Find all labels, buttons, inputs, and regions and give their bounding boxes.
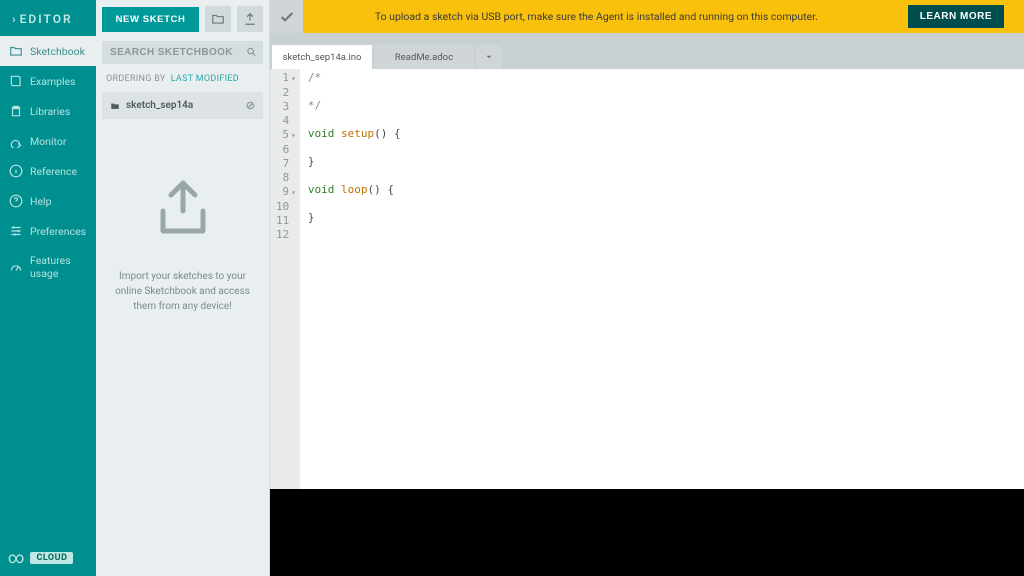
- infinity-icon: ∞: [8, 550, 24, 566]
- code-editor[interactable]: 1▾2 3 4 5▾6 7 8 9▾10 11 12 /* */ void se…: [270, 69, 1024, 489]
- nav-item-label: Monitor: [30, 135, 66, 148]
- nav-item-label: Help: [30, 195, 52, 208]
- upload-big-icon: [153, 179, 213, 239]
- editor-main: To upload a sketch via USB port, make su…: [270, 0, 1024, 576]
- search-input[interactable]: [102, 41, 263, 64]
- sketch-folder-icon: [110, 101, 120, 111]
- gauge-icon: [9, 260, 23, 274]
- nav-item-label: Libraries: [30, 105, 70, 118]
- code-body[interactable]: /* */ void setup() { } void loop() { }: [300, 69, 401, 489]
- nav-item-monitor[interactable]: Monitor: [0, 126, 96, 156]
- banner-text: To upload a sketch via USB port, make su…: [303, 10, 890, 23]
- search-icon: [246, 47, 257, 58]
- info-icon: [9, 164, 23, 178]
- folder-icon: [9, 44, 23, 58]
- editor-logo: › EDITOR: [0, 0, 96, 36]
- sketchbook-panel: NEW SKETCH ORDERING BY LAST MODIFIED ske…: [96, 0, 270, 576]
- check-icon: [279, 9, 295, 25]
- nav-item-label: Sketchbook: [30, 45, 85, 58]
- upload-icon: [243, 12, 257, 26]
- gutter: 1▾2 3 4 5▾6 7 8 9▾10 11 12: [270, 69, 300, 489]
- nav-item-label: Features usage: [30, 254, 87, 280]
- import-message: Import your sketches to your online Sket…: [114, 269, 251, 314]
- import-dropzone[interactable]: Import your sketches to your online Sket…: [114, 179, 251, 314]
- console-output: [270, 489, 1024, 576]
- tabs-row: sketch_sep14a.inoReadMe.adoc: [270, 45, 1024, 69]
- nav-item-reference[interactable]: Reference: [0, 156, 96, 186]
- nav-item-features-usage[interactable]: Features usage: [0, 246, 96, 288]
- sliders-icon: [9, 224, 23, 238]
- nav-rail: › EDITOR Sketchbook Examples Libraries Moni…: [0, 0, 96, 576]
- logo-chevron-icon: ›: [12, 12, 18, 26]
- ordering-link[interactable]: LAST MODIFIED: [171, 74, 239, 84]
- nav-item-help[interactable]: Help: [0, 186, 96, 216]
- folder-plus-icon: [211, 12, 225, 26]
- tab-ReadMe-adoc[interactable]: ReadMe.adoc: [374, 45, 474, 69]
- verify-button[interactable]: [270, 0, 303, 33]
- chevron-down-icon: [484, 52, 494, 62]
- nav-item-preferences[interactable]: Preferences: [0, 216, 96, 246]
- tab-dropdown-button[interactable]: [476, 45, 502, 69]
- tab-sketch_sep14a-ino[interactable]: sketch_sep14a.ino: [272, 45, 372, 69]
- ordering-row: ORDERING BY LAST MODIFIED: [106, 74, 259, 84]
- nav-item-label: Preferences: [30, 225, 86, 238]
- agent-banner: To upload a sketch via USB port, make su…: [303, 0, 1024, 33]
- new-folder-button[interactable]: [205, 6, 231, 32]
- nav-item-examples[interactable]: Examples: [0, 66, 96, 96]
- new-sketch-button[interactable]: NEW SKETCH: [102, 7, 199, 32]
- import-button[interactable]: [237, 6, 263, 32]
- clipboard-icon: [9, 104, 23, 118]
- editor-logo-text: EDITOR: [20, 12, 73, 26]
- help-icon: [9, 194, 23, 208]
- monitor-icon: [9, 134, 23, 148]
- nav-item-sketchbook[interactable]: Sketchbook: [0, 36, 96, 66]
- sketch-entry[interactable]: sketch_sep14a ⊘: [102, 92, 263, 119]
- cloud-footer[interactable]: ∞ CLOUD: [0, 540, 96, 576]
- cloud-badge: CLOUD: [30, 552, 73, 564]
- book-icon: [9, 74, 23, 88]
- sketch-entry-name: sketch_sep14a: [126, 100, 193, 111]
- nav-item-libraries[interactable]: Libraries: [0, 96, 96, 126]
- learn-more-button[interactable]: LEARN MORE: [908, 5, 1004, 28]
- sketch-entry-close-icon[interactable]: ⊘: [246, 99, 255, 112]
- nav-item-label: Reference: [30, 165, 77, 178]
- nav-item-label: Examples: [30, 75, 76, 88]
